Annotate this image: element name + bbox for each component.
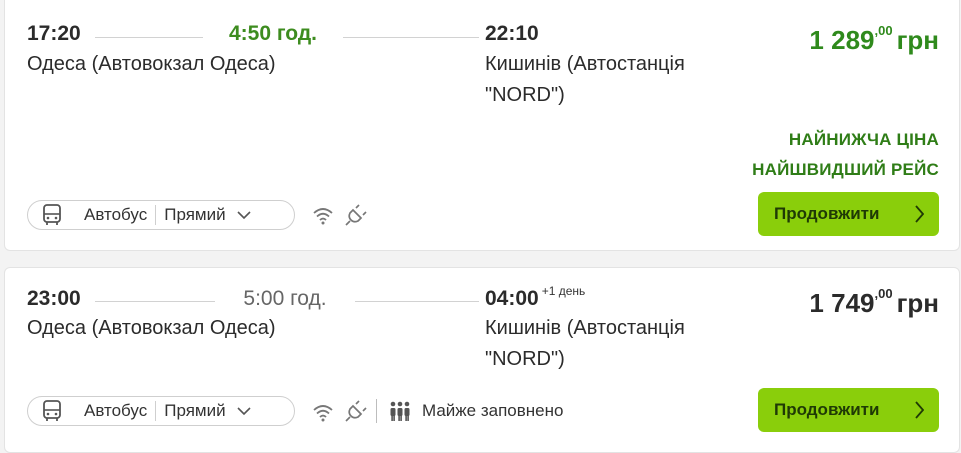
trip-price: 1 289,00 грн: [809, 23, 939, 56]
pill-divider: [155, 401, 157, 421]
chevron-down-icon: [237, 406, 251, 416]
cheapest-badge: НАЙНИЖЧА ЦІНА: [788, 130, 939, 149]
chevron-right-icon: [914, 401, 925, 424]
transport-type: Автобус: [84, 401, 148, 420]
price-currency: грн: [896, 288, 939, 318]
arrival-time: 22:10: [485, 22, 539, 45]
continue-label: Продовжити: [774, 400, 880, 419]
price-currency: грн: [896, 25, 939, 55]
bus-icon: [39, 204, 65, 226]
trip-duration: 5:00 год.: [215, 287, 355, 311]
wifi-icon: [311, 400, 335, 424]
continue-button[interactable]: Продовжити: [758, 388, 939, 432]
route-type: Прямий: [164, 205, 226, 224]
transport-type: Автобус: [84, 205, 148, 224]
chevron-down-icon: [237, 210, 251, 220]
departure-station: Одеса (Автовокзал Одеса): [27, 317, 276, 339]
continue-label: Продовжити: [774, 204, 880, 223]
trip-card[interactable]: 17:20 4:50 год. 22:10 Одеса (Автовокзал …: [4, 0, 960, 251]
people-icon: [388, 399, 412, 423]
power-plug-icon: [344, 399, 368, 423]
pill-divider: [155, 205, 157, 225]
price-main: 1 749: [809, 288, 875, 318]
power-plug-icon: [344, 203, 368, 227]
continue-button[interactable]: Продовжити: [758, 192, 939, 236]
departure-station: Одеса (Автовокзал Одеса): [27, 53, 276, 75]
amenity-divider: [376, 399, 377, 423]
next-day-note: +1 день: [541, 284, 586, 298]
arrival-station: Кишинів (Автостанція "NORD"): [485, 317, 685, 370]
arrival-station: Кишинів (Автостанція "NORD"): [485, 53, 685, 106]
trip-card[interactable]: 23:00 5:00 год. 04:00 +1 день Одеса (Авто…: [4, 267, 960, 453]
transport-details-dropdown[interactable]: Автобус Прямий: [27, 396, 295, 426]
chevron-right-icon: [914, 205, 925, 228]
departure-time: 17:20: [27, 22, 81, 45]
price-main: 1 289: [809, 25, 875, 55]
occupancy-status: Майже заповнено: [422, 401, 564, 420]
trip-price: 1 749,00 грн: [809, 286, 939, 319]
departure-time: 23:00: [27, 287, 81, 310]
fastest-badge: НАЙШВИДШИЙ РЕЙС: [752, 160, 939, 179]
price-cents: ,00: [874, 286, 893, 301]
wifi-icon: [311, 203, 335, 227]
bus-icon: [39, 400, 65, 422]
arrival-time: 04:00 +1 день: [485, 284, 586, 310]
route-type: Прямий: [164, 401, 226, 420]
trip-duration: 4:50 год.: [203, 22, 343, 46]
transport-details-dropdown[interactable]: Автобус Прямий: [27, 200, 295, 230]
price-cents: ,00: [874, 23, 893, 38]
